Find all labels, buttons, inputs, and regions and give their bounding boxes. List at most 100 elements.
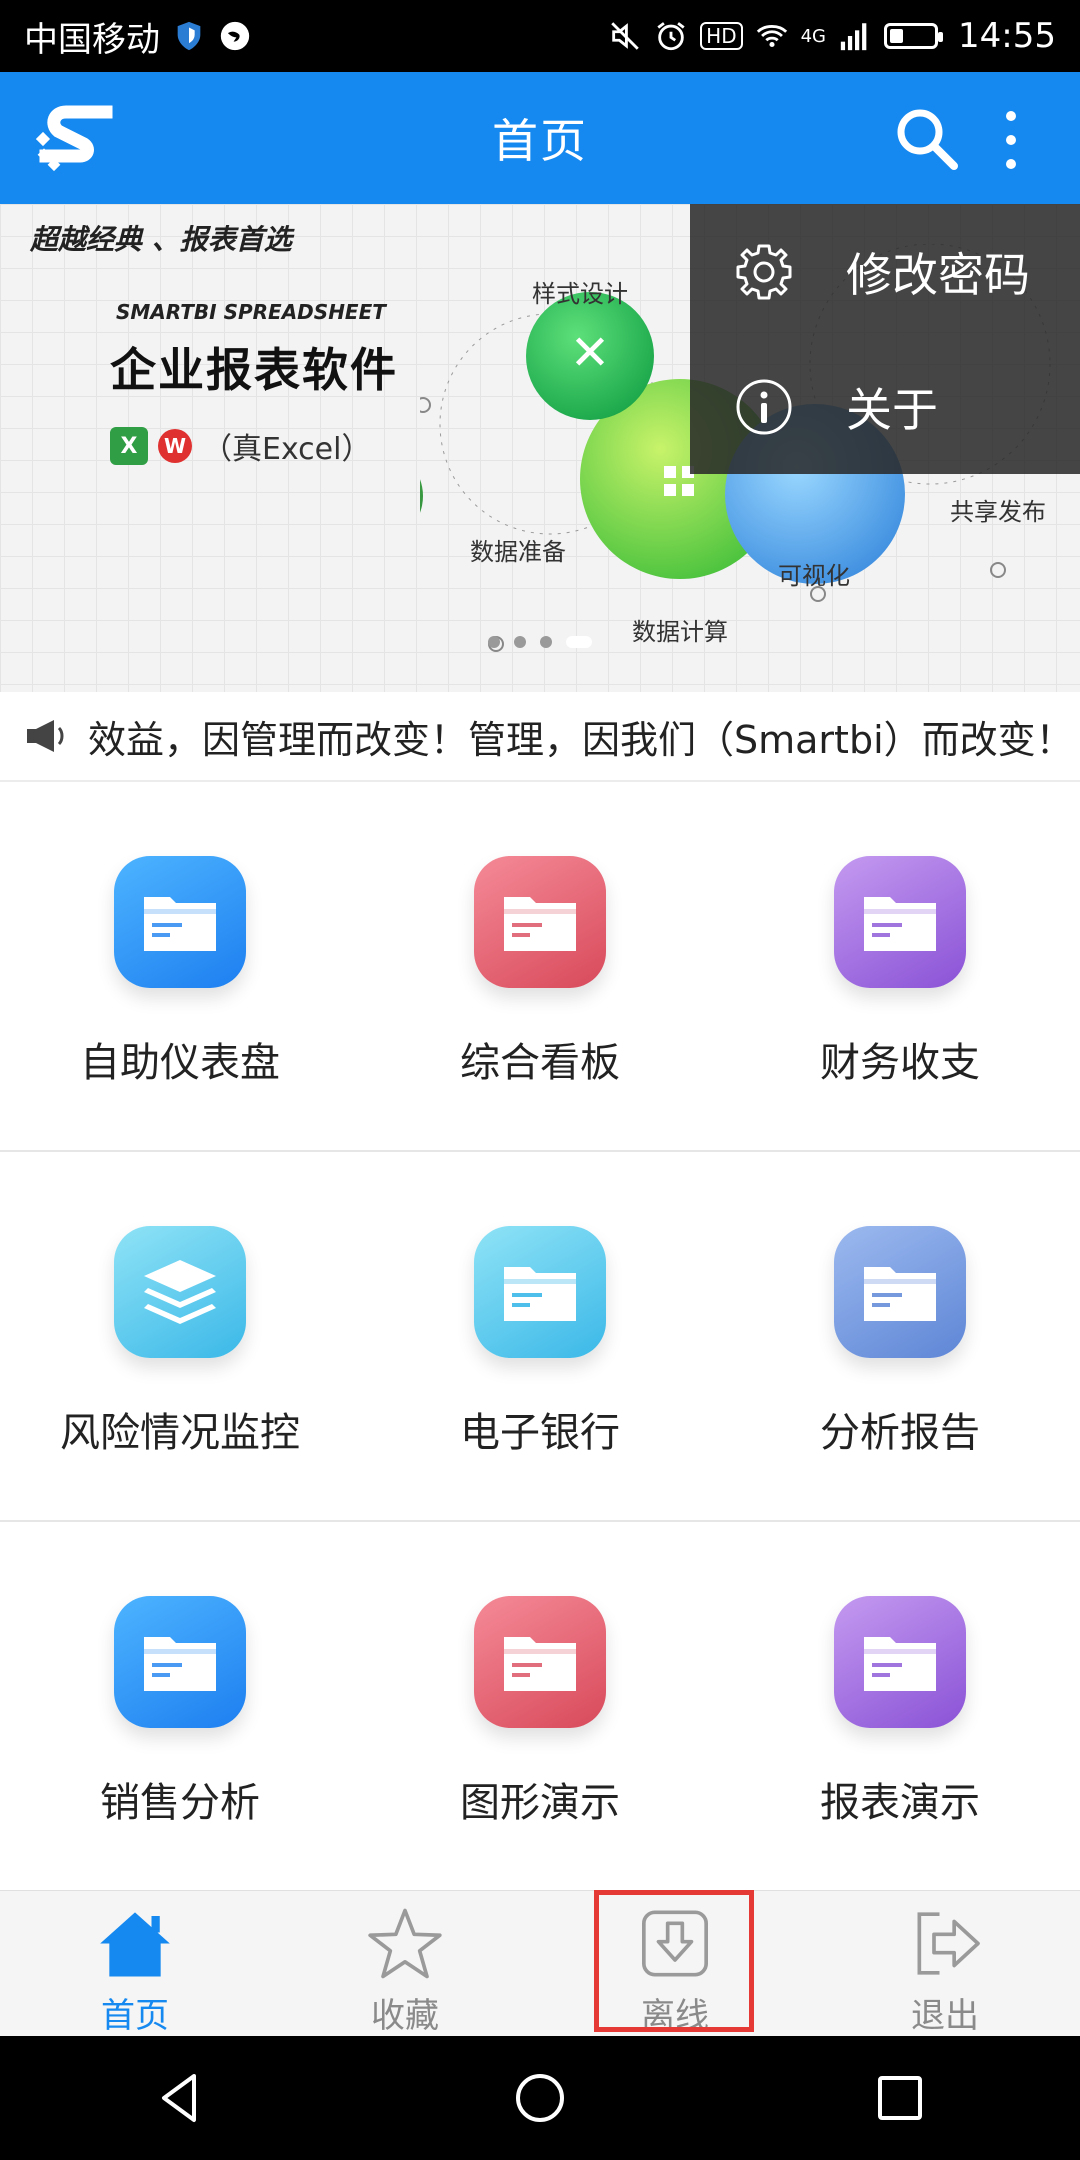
status-bar: 中国移动 HD 4G 14:55 <box>0 0 1080 72</box>
layers-icon <box>144 1260 216 1324</box>
clock: 14:55 <box>958 16 1056 56</box>
tile-sales-analysis[interactable]: 销售分析 <box>0 1522 360 1892</box>
banner-excel-line: X W （真Excel） <box>110 424 371 468</box>
tile-self-service-dashboard[interactable]: 自助仪表盘 <box>0 782 360 1150</box>
home-circle-icon[interactable] <box>510 2068 570 2128</box>
menu-item-label: 关于 <box>846 382 938 437</box>
search-icon[interactable] <box>892 104 960 172</box>
tile-icon <box>114 1596 246 1728</box>
more-vertical-icon[interactable] <box>996 108 1026 172</box>
network-type: 4G <box>800 26 827 47</box>
pager-dot[interactable] <box>540 636 552 648</box>
label-share-publish: 共享发布 <box>950 498 1046 526</box>
folder-icon <box>504 897 576 951</box>
grid-row: 自助仪表盘 综合看板 财务收支 <box>0 782 1080 1152</box>
folder-icon <box>144 897 216 951</box>
tile-icon <box>834 1596 966 1728</box>
back-icon[interactable] <box>150 2068 210 2128</box>
tile-chart-demo[interactable]: 图形演示 <box>360 1522 720 1892</box>
tile-label: 财务收支 <box>820 1040 980 1086</box>
nav-favorites[interactable]: 收藏 <box>270 1891 540 2037</box>
nav-home[interactable]: 首页 <box>0 1891 270 2037</box>
star-icon <box>368 1908 442 1979</box>
exit-icon <box>917 1912 980 1975</box>
nav-exit[interactable]: 退出 <box>810 1891 1080 2037</box>
tile-label: 销售分析 <box>100 1780 260 1826</box>
overflow-menu: 修改密码 关于 <box>690 204 1080 474</box>
tile-label: 电子银行 <box>460 1410 620 1456</box>
tile-risk-monitoring[interactable]: 风险情况监控 <box>0 1152 360 1520</box>
folder-icon <box>504 1637 576 1691</box>
tile-label: 综合看板 <box>460 1040 620 1086</box>
grid-row: 销售分析 图形演示 报表演示 <box>0 1522 1080 1892</box>
tile-integrated-board[interactable]: 综合看板 <box>360 782 720 1150</box>
wps-icon: W <box>158 429 192 463</box>
nav-label: 收藏 <box>371 1996 439 2036</box>
status-left: 中国移动 <box>24 12 252 61</box>
wifi-icon <box>756 25 787 48</box>
pager-dot[interactable] <box>488 636 500 648</box>
label-style-design: 样式设计 <box>532 280 628 308</box>
tile-label: 图形演示 <box>460 1780 620 1826</box>
banner-pager[interactable] <box>488 636 592 648</box>
tile-icon <box>834 856 966 988</box>
bottom-nav: 首页 收藏 离线 退出 <box>0 1890 1080 2037</box>
mute-icon <box>611 22 639 50</box>
status-right: HD 4G 14:55 <box>608 16 1056 56</box>
folder-icon <box>864 1637 936 1691</box>
info-icon <box>736 379 792 434</box>
alarm-icon <box>657 22 685 51</box>
menu-item-change-password[interactable]: 修改密码 <box>690 204 1080 339</box>
hd-badge: HD <box>700 22 743 50</box>
excel-icon: X <box>110 427 148 465</box>
system-nav-bar <box>0 2036 1080 2160</box>
tile-label: 自助仪表盘 <box>80 1040 280 1086</box>
label-visualize: 可视化 <box>778 562 850 590</box>
shield-icon <box>177 21 201 51</box>
banner-slogan: 超越经典 、报表首选 <box>30 223 292 256</box>
tile-icon <box>114 856 246 988</box>
tile-label: 分析报告 <box>820 1410 980 1456</box>
home-icon <box>100 1912 170 1977</box>
banner-excel-text: （真Excel） <box>202 432 372 467</box>
tile-finance[interactable]: 财务收支 <box>720 782 1080 1150</box>
app-grid: 自助仪表盘 综合看板 财务收支 风险情况监控 电子银行 分析报告 销售分析 图形… <box>0 782 1080 1892</box>
notice-bar[interactable]: 效益，因管理而改变！管理，因我们（Smartbi）而改变！ <box>0 692 1080 782</box>
grid-row: 风险情况监控 电子银行 分析报告 <box>0 1152 1080 1522</box>
tile-label: 报表演示 <box>820 1780 980 1826</box>
megaphone-icon <box>27 720 64 752</box>
folder-icon <box>144 1637 216 1691</box>
tile-analysis-report[interactable]: 分析报告 <box>720 1152 1080 1520</box>
notice-text: 效益，因管理而改变！管理，因我们（Smartbi）而改变！ <box>88 717 1074 762</box>
folder-icon <box>864 897 936 951</box>
banner-heading: 企业报表软件 <box>110 343 398 397</box>
tile-icon <box>474 856 606 988</box>
menu-item-about[interactable]: 关于 <box>690 339 1080 474</box>
tile-report-demo[interactable]: 报表演示 <box>720 1522 1080 1892</box>
carrier-name: 中国移动 <box>24 19 160 60</box>
label-data-calc: 数据计算 <box>632 618 728 646</box>
app-screen: 中国移动 HD 4G 14:55 首页 超越经典 、报表首选 SMARTBI S… <box>0 0 1080 2160</box>
gear-icon <box>736 244 792 299</box>
tile-icon <box>474 1226 606 1358</box>
banner-brand: SMARTBI SPREADSHEET <box>116 300 386 324</box>
label-data-prep: 数据准备 <box>470 538 566 566</box>
battery-icon <box>884 23 944 49</box>
app-bar: 首页 <box>0 72 1080 204</box>
bird-icon <box>220 21 250 51</box>
pager-dot-active[interactable] <box>566 636 592 648</box>
folder-icon <box>864 1267 936 1321</box>
nav-label: 首页 <box>101 1996 169 2036</box>
recents-icon[interactable] <box>870 2068 930 2128</box>
tile-icon <box>474 1596 606 1728</box>
signal-icon <box>840 23 867 51</box>
tile-label: 风险情况监控 <box>60 1410 300 1456</box>
pager-dot[interactable] <box>514 636 526 648</box>
tile-icon <box>114 1226 246 1358</box>
folder-icon <box>504 1267 576 1321</box>
svg-text:✕: ✕ <box>570 325 610 381</box>
offline-highlight-box <box>594 1890 754 2032</box>
tile-e-banking[interactable]: 电子银行 <box>360 1152 720 1520</box>
battery-level <box>890 29 904 43</box>
menu-item-label: 修改密码 <box>846 247 1030 302</box>
